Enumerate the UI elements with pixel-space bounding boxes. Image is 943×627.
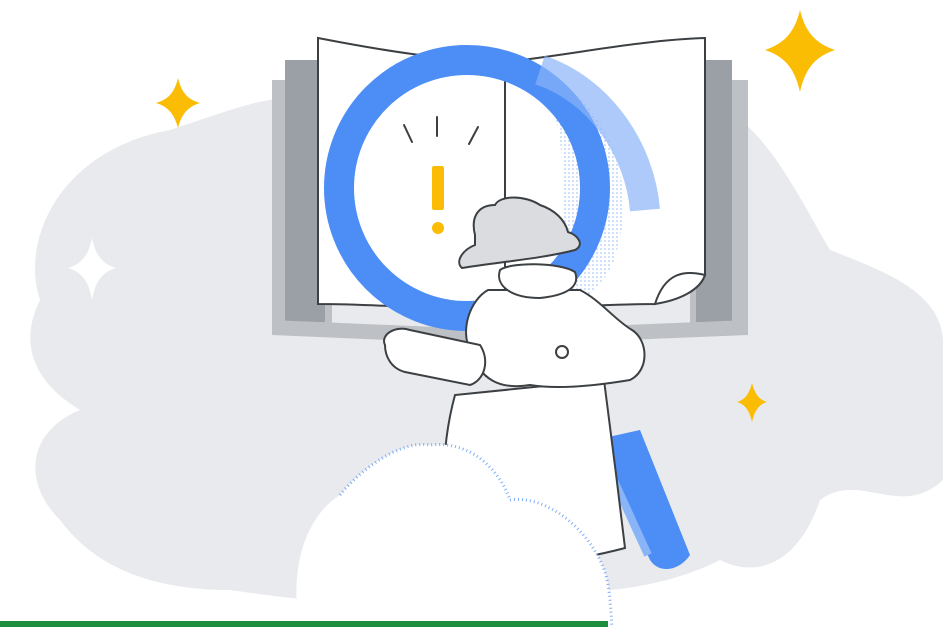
error-page [0, 0, 943, 627]
progress-bar [0, 621, 943, 627]
detective-illustration [30, 10, 943, 627]
progress-fill [0, 621, 609, 627]
